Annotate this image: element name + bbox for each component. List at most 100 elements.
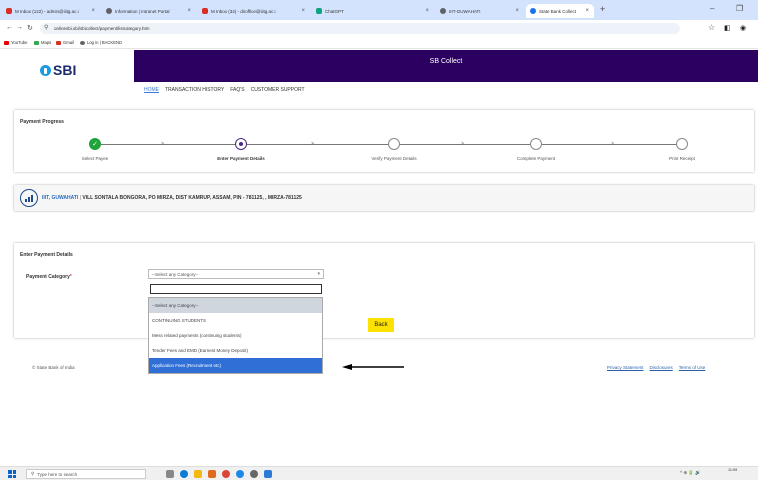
payment-category-label: Payment Category* (26, 274, 72, 280)
arrow-icon: > (461, 141, 464, 147)
task-view-icon[interactable] (166, 470, 174, 478)
required-mark: * (69, 274, 72, 280)
category-search-input[interactable] (150, 284, 322, 294)
site-settings-icon[interactable]: ⚲ (44, 24, 48, 31)
step-complete-icon (530, 138, 542, 150)
minimize-button[interactable]: – (710, 4, 714, 13)
close-icon[interactable]: × (585, 8, 589, 14)
progress-title: Payment Progress (20, 119, 64, 125)
step-verify-icon (388, 138, 400, 150)
taskbar-strip: ⚲ Type here to search ^ ⊕ 🔋 🔊 11:59 (0, 466, 758, 480)
annotation-arrow-icon (342, 364, 404, 370)
payment-category-select[interactable]: --Select any Category-- ▾ (148, 269, 324, 279)
close-icon[interactable]: × (91, 8, 95, 14)
close-icon[interactable]: × (301, 8, 305, 14)
chrome-icon[interactable] (222, 470, 230, 478)
gmail-icon (202, 8, 208, 14)
dropdown-option[interactable]: --Select any Category-- (149, 298, 322, 313)
new-tab-button[interactable]: + (600, 4, 605, 14)
windows-start-icon[interactable] (8, 470, 16, 478)
edge-icon[interactable] (180, 470, 188, 478)
nav-transaction-history[interactable]: TRANSACTION HISTORY (165, 87, 224, 93)
chatgpt-icon (316, 8, 322, 14)
arrow-icon: > (161, 141, 164, 147)
profile-icon[interactable]: ◉ (740, 24, 746, 32)
file-explorer-icon[interactable] (194, 470, 202, 478)
dropdown-option[interactable]: Mess related payments (continuing studen… (149, 328, 322, 343)
browser-tab-bar: M Inbox (122) - admin@iiitg.ac.i × Infor… (0, 0, 758, 20)
tab-label: State Bank Collect (539, 8, 577, 14)
tab-gmail-admin[interactable]: M Inbox (122) - admin@iiitg.ac.i × (2, 4, 100, 18)
step-label-complete: Complete Payment (516, 156, 556, 161)
institute-info: IIIT, GUWAHATI | VILL SONTALA BONGORA, P… (42, 195, 302, 201)
chevron-down-icon: ▾ (317, 271, 320, 277)
nav-customer-support[interactable]: CUSTOMER SUPPORT (251, 87, 305, 93)
globe-icon (106, 8, 112, 14)
app-icon[interactable] (264, 470, 272, 478)
institute-panel: IIIT, GUWAHATI | VILL SONTALA BONGORA, P… (14, 185, 754, 211)
bookmark-youtube[interactable]: YouTube (4, 40, 27, 45)
dropdown-option-highlighted[interactable]: Application Fees (Recruitment etc) (149, 358, 322, 373)
dropdown-option[interactable]: CONTINUING STUDENTS (149, 313, 322, 328)
tab-label: ChatGPT (325, 8, 344, 14)
step-print-icon (676, 138, 688, 150)
tab-state-bank-collect[interactable]: State Bank Collect × (526, 4, 594, 18)
select-value: --Select any Category-- (152, 271, 199, 277)
copyright: © State Bank of India (32, 365, 75, 370)
step-select-payee-check-icon: ✓ (89, 138, 101, 150)
institute-address: VILL SONTALA BONGORA, PO MIRZA, DIST KAM… (82, 195, 302, 201)
terms-of-use-link[interactable]: Terms of Use (679, 365, 706, 370)
gmail-icon (56, 40, 61, 45)
back-arrow-icon[interactable]: ← (6, 24, 13, 31)
taskbar-clock[interactable]: 11:59 (728, 468, 737, 473)
institute-logo-icon (20, 189, 38, 207)
tab-intranet[interactable]: Information | Intranet Portal × (102, 4, 196, 18)
bookmark-backend[interactable]: Log in | BACKEND (80, 40, 122, 45)
step-label-verify: Verify Payment Details (371, 156, 417, 161)
reload-icon[interactable]: ↻ (27, 24, 33, 32)
address-bar-row: ← → ↻ ⚲ onlinesbi.sbi/sbicollect/payment… (0, 20, 758, 37)
nav-home[interactable]: HOME (144, 87, 159, 93)
globe-icon (440, 8, 446, 14)
nav-faqs[interactable]: FAQ'S (230, 87, 244, 93)
step-enter-details-icon (235, 138, 247, 150)
youtube-icon (4, 40, 9, 45)
store-icon[interactable] (208, 470, 216, 478)
restore-button[interactable]: ❐ (736, 4, 743, 13)
step-label-print: Print Receipt (669, 156, 695, 161)
payment-progress-panel: Payment Progress > > > > ✓ Select Payee … (14, 110, 754, 172)
os-taskbar: ⚲ Type here to search ^ ⊕ 🔋 🔊 11:59 (0, 440, 758, 480)
disclosures-link[interactable]: Disclosures (650, 365, 673, 370)
details-title: Enter Payment Details (20, 252, 73, 258)
sbi-logo[interactable]: SBI (40, 62, 76, 78)
tab-iiit-guwahati[interactable]: IIIT-GUWAHATI × (436, 4, 524, 18)
privacy-statement-link[interactable]: Privacy Statement (607, 365, 644, 370)
close-icon[interactable]: × (187, 8, 191, 14)
bookmark-gmail[interactable]: Gmail (56, 40, 74, 45)
sidebar-icon[interactable]: ◧ (724, 24, 731, 32)
gmail-icon (6, 8, 12, 14)
banner-title: SB Collect (429, 58, 463, 65)
arrow-icon: > (311, 141, 314, 147)
forward-arrow-icon[interactable]: → (16, 24, 23, 31)
back-button[interactable]: Back (368, 318, 394, 332)
close-icon[interactable]: × (425, 8, 429, 14)
taskbar-search-input[interactable]: ⚲ Type here to search (26, 469, 146, 479)
maps-icon (34, 40, 39, 45)
footer-links: Privacy Statement Disclosures Terms of U… (607, 365, 705, 370)
close-icon[interactable]: × (515, 8, 519, 14)
bookmarks-bar: YouTube Maps Gmail Log in | BACKEND (0, 37, 758, 49)
payment-details-panel: Enter Payment Details Payment Category* … (14, 243, 754, 338)
url-field[interactable]: ⚲ onlinesbi.sbi/sbicollect/payment/listc… (40, 23, 680, 34)
dropdown-option[interactable]: Tender Fees and EMD (Earnest Money Depos… (149, 343, 322, 358)
sbi-favicon-icon (530, 8, 536, 14)
app-icon[interactable] (236, 470, 244, 478)
tab-chatgpt[interactable]: ChatGPT × (312, 4, 434, 18)
bookmark-maps[interactable]: Maps (34, 40, 51, 45)
settings-gear-icon[interactable] (250, 470, 258, 478)
tab-gmail-diroffice[interactable]: M Inbox (34) - diroffice@iiitg.ac.i × (198, 4, 310, 18)
system-tray-icons[interactable]: ^ ⊕ 🔋 🔊 (680, 470, 701, 476)
institute-separator: | (79, 195, 81, 201)
institute-name: IIIT, GUWAHATI (42, 195, 79, 201)
bookmark-star-icon[interactable]: ☆ (708, 23, 715, 32)
